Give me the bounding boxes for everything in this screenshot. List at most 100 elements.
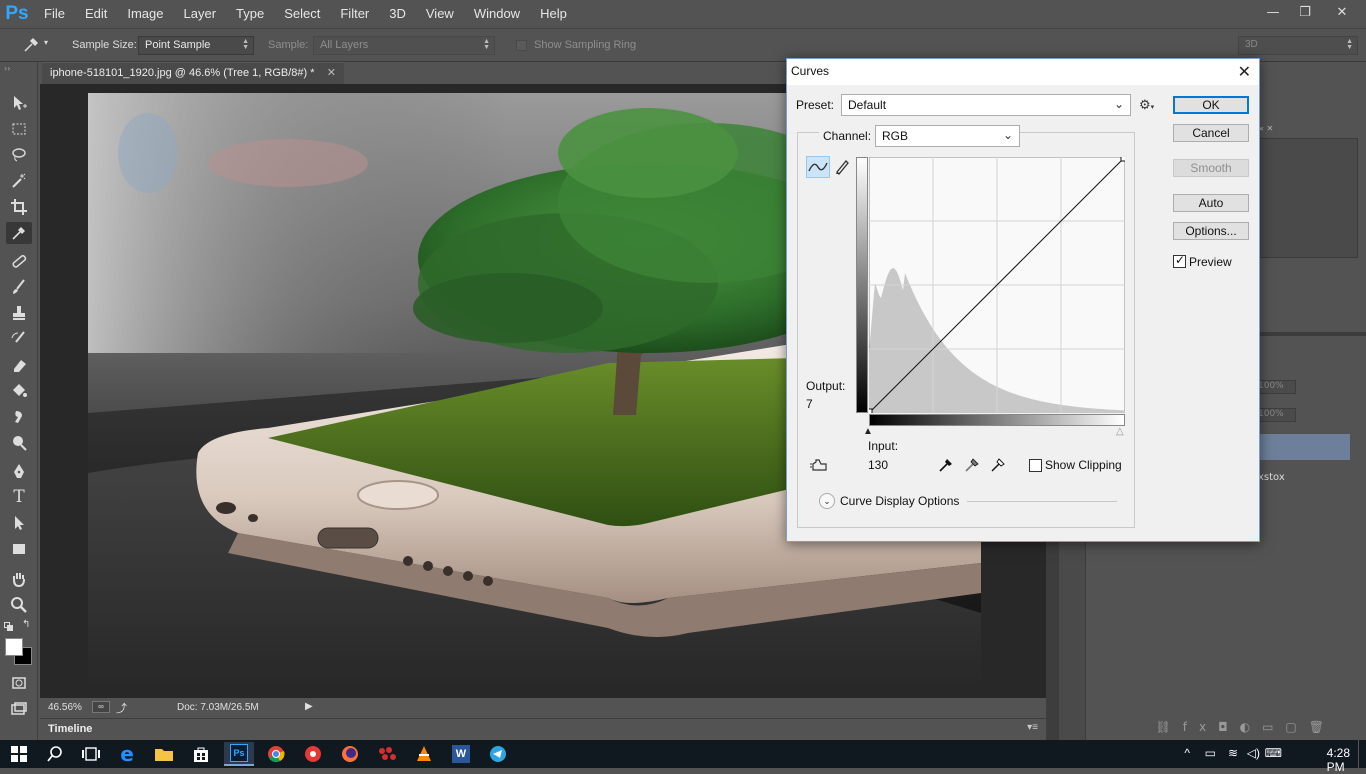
photoshop-icon[interactable]: Ps — [224, 742, 254, 766]
panel-collapse-icon[interactable]: « ✕ — [1259, 124, 1299, 134]
magic-wand-tool-icon[interactable] — [6, 170, 32, 192]
sample-size-select[interactable]: Point Sample ▲ ▼ — [138, 36, 254, 55]
rectangle-tool-icon[interactable] — [6, 538, 32, 560]
export-icon[interactable]: ⤴ — [116, 700, 127, 716]
opacity-field[interactable]: 100% — [1256, 380, 1296, 394]
timeline-panel[interactable]: Timeline ▾≡ — [40, 718, 1046, 740]
menu-select[interactable]: Select — [274, 0, 330, 28]
sample-select[interactable]: All Layers ▲ ▼ — [313, 36, 495, 55]
curves-titlebar[interactable]: Curves ✕ — [787, 59, 1259, 85]
output-value[interactable]: 7 — [806, 397, 813, 411]
white-eyedropper-icon[interactable] — [989, 456, 1009, 476]
close-dialog-icon[interactable]: ✕ — [1238, 62, 1251, 82]
quick-mask-icon[interactable] — [6, 672, 32, 694]
restore-button[interactable]: ❐ — [1288, 0, 1322, 24]
default-colors-icon[interactable] — [4, 622, 14, 632]
smudge-tool-icon[interactable] — [6, 406, 32, 428]
sampling-ring-checkbox[interactable] — [516, 40, 527, 51]
input-value[interactable]: 130 — [868, 458, 888, 472]
edge-icon[interactable]: e — [112, 742, 142, 766]
zoom-level[interactable]: 46.56% — [48, 702, 82, 713]
clock[interactable]: 4:28 PM — [1327, 746, 1350, 774]
foreground-color-swatch[interactable] — [5, 638, 23, 656]
swap-colors-icon[interactable]: ↰ — [22, 619, 30, 630]
telegram-icon[interactable] — [483, 742, 513, 766]
marquee-tool-icon[interactable] — [6, 118, 32, 140]
expand-display-options-icon[interactable]: ⌄ — [819, 493, 835, 509]
firefox-icon[interactable] — [335, 742, 365, 766]
black-point-slider-icon[interactable]: ▲ — [863, 426, 873, 437]
app-dots-icon[interactable] — [372, 742, 402, 766]
history-brush-tool-icon[interactable] — [6, 328, 32, 350]
menu-file[interactable]: File — [34, 0, 75, 28]
menu-view[interactable]: View — [416, 0, 464, 28]
tray-chevron-up-icon[interactable]: ^ — [1184, 746, 1190, 760]
curve-point-mode-button[interactable] — [806, 156, 830, 178]
battery-icon[interactable]: ▭ — [1205, 746, 1216, 760]
workspace-select[interactable]: 3D ▲ ▼ — [1238, 36, 1358, 55]
eyedropper-tool-preset-icon[interactable]: ▾ — [22, 36, 52, 56]
collapse-arrows-icon[interactable]: ›› — [4, 64, 10, 73]
brush-tool-icon[interactable] — [6, 276, 32, 298]
app-red-icon[interactable] — [298, 742, 328, 766]
ok-button[interactable]: OK — [1173, 96, 1249, 114]
panel-menu-icon[interactable]: ▾≡ — [1027, 722, 1038, 733]
menu-filter[interactable]: Filter — [330, 0, 379, 28]
preview-checkbox[interactable]: ✓ — [1173, 253, 1186, 268]
hand-tool-icon[interactable] — [6, 568, 32, 590]
close-tab-icon[interactable]: ✕ — [327, 66, 336, 79]
menu-edit[interactable]: Edit — [75, 0, 117, 28]
dodge-tool-icon[interactable] — [6, 432, 32, 454]
chrome-icon[interactable] — [261, 742, 291, 766]
preset-options-gear-icon[interactable]: ⚙▾ — [1139, 97, 1154, 113]
clone-stamp-tool-icon[interactable] — [6, 302, 32, 324]
input-method-icon[interactable]: ⌨ — [1265, 746, 1282, 760]
show-clipping-checkbox[interactable] — [1029, 459, 1042, 472]
wifi-icon[interactable]: ≋ — [1228, 746, 1238, 760]
volume-icon[interactable]: ◁) — [1247, 746, 1260, 760]
curves-graph[interactable] — [869, 157, 1125, 413]
menu-help[interactable]: Help — [530, 0, 577, 28]
healing-brush-tool-icon[interactable] — [6, 250, 32, 272]
layer-name-partial[interactable]: xstox — [1258, 472, 1285, 483]
fill-field[interactable]: 100% — [1256, 408, 1296, 422]
menu-3d[interactable]: 3D — [379, 0, 416, 28]
document-tab[interactable]: iphone-518101_1920.jpg @ 46.6% (Tree 1, … — [42, 62, 344, 84]
menu-layer[interactable]: Layer — [174, 0, 227, 28]
vlc-icon[interactable] — [409, 742, 439, 766]
status-menu-arrow-icon[interactable]: ▶ — [305, 701, 313, 712]
minimize-button[interactable]: — — [1256, 0, 1290, 24]
menu-image[interactable]: Image — [117, 0, 173, 28]
curve-black-point[interactable] — [869, 408, 873, 413]
word-icon[interactable]: W — [446, 742, 476, 766]
layers-footer-icons[interactable]: ⛓fx◘◐▭▢🗑 — [1086, 720, 1366, 740]
crop-tool-icon[interactable] — [6, 196, 32, 218]
preset-select[interactable]: Default ⌄ — [841, 94, 1131, 116]
pencil-mode-button[interactable] — [833, 157, 853, 177]
lasso-tool-icon[interactable] — [6, 144, 32, 166]
path-selection-tool-icon[interactable] — [6, 512, 32, 534]
cancel-button[interactable]: Cancel — [1173, 124, 1249, 142]
gray-eyedropper-icon[interactable] — [963, 456, 983, 476]
channel-select[interactable]: RGB ⌄ — [875, 125, 1020, 147]
task-view-icon[interactable] — [76, 742, 106, 766]
white-point-slider-icon[interactable]: △ — [1116, 426, 1124, 437]
eyedropper-tool-icon[interactable] — [6, 222, 32, 244]
type-tool-icon[interactable]: T — [6, 486, 32, 508]
auto-button[interactable]: Auto — [1173, 194, 1249, 212]
black-eyedropper-icon[interactable] — [937, 456, 957, 476]
move-tool-icon[interactable] — [6, 92, 32, 114]
selected-layer-row[interactable] — [1256, 434, 1350, 460]
smooth-button[interactable]: Smooth — [1173, 159, 1249, 177]
search-icon[interactable] — [40, 742, 70, 766]
options-button[interactable]: Options... — [1173, 222, 1249, 240]
on-image-adjust-button[interactable] — [809, 456, 831, 476]
menu-window[interactable]: Window — [464, 0, 530, 28]
status-share-icon[interactable]: ∞ — [92, 701, 110, 713]
menu-type[interactable]: Type — [226, 0, 274, 28]
eraser-tool-icon[interactable] — [6, 354, 32, 376]
start-icon[interactable] — [4, 742, 34, 766]
show-desktop-button[interactable] — [1358, 740, 1364, 768]
store-icon[interactable] — [186, 742, 216, 766]
close-button[interactable]: ✕ — [1320, 0, 1364, 24]
